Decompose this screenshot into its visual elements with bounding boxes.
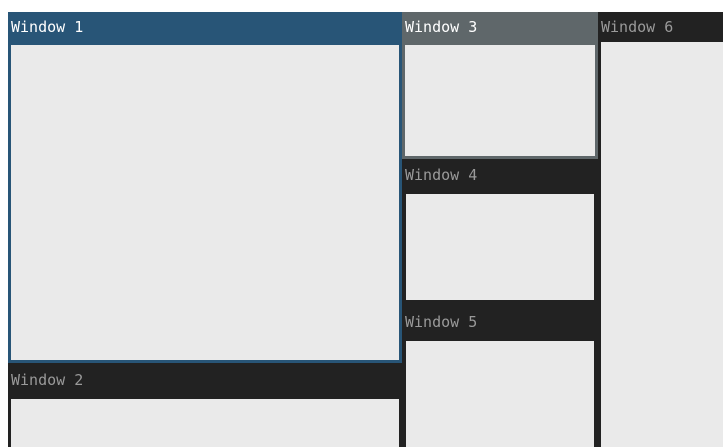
window-2-content[interactable]	[11, 399, 399, 447]
window-1-content[interactable]	[11, 45, 399, 360]
window-5-titlebar[interactable]: Window 5	[402, 307, 598, 337]
window-5[interactable]: Window 5	[402, 305, 598, 447]
window-6-content[interactable]	[601, 42, 723, 447]
window-5-content[interactable]	[406, 341, 594, 447]
window-3-titlebar[interactable]: Window 3	[402, 12, 598, 42]
window-6[interactable]: Window 6	[598, 12, 723, 447]
window-2[interactable]: Window 2	[8, 363, 402, 447]
window-4-content[interactable]	[406, 194, 594, 300]
window-1-titlebar[interactable]: Window 1	[8, 12, 402, 42]
window-4[interactable]: Window 4	[402, 159, 598, 305]
desktop: Window 1 Window 2 Window 3 Window 4 Wind…	[0, 0, 723, 447]
window-3[interactable]: Window 3	[402, 12, 598, 159]
window-4-titlebar[interactable]: Window 4	[402, 160, 598, 190]
window-2-titlebar[interactable]: Window 2	[8, 365, 402, 395]
window-3-content[interactable]	[405, 45, 595, 156]
window-1[interactable]: Window 1	[8, 12, 402, 363]
window-6-titlebar[interactable]: Window 6	[598, 12, 723, 42]
